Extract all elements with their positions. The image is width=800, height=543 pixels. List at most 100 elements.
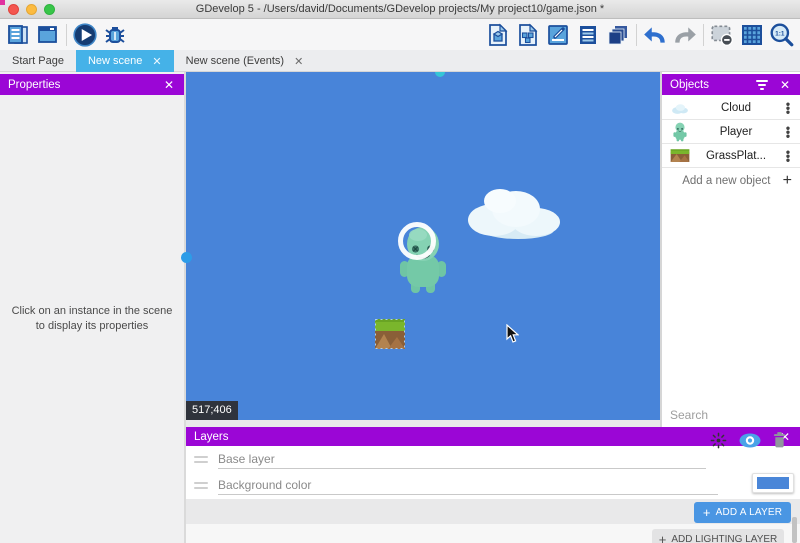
- zoom-one-to-one-icon: 1:1: [769, 22, 795, 48]
- tab-label: New scene (Events): [186, 55, 284, 67]
- zoom-reset-button[interactable]: 1:1: [767, 21, 797, 49]
- plus-icon: +: [659, 532, 667, 543]
- tab-label: New scene: [88, 55, 142, 67]
- object-menu-icon[interactable]: •••: [782, 150, 794, 162]
- properties-panel-title: Properties: [8, 79, 162, 91]
- layers-editor-button[interactable]: [603, 21, 633, 49]
- object-name: Cloud: [690, 102, 782, 114]
- canvas-bottom-gap: [186, 420, 660, 427]
- trash-icon: [773, 432, 786, 448]
- tab-close-icon[interactable]: ✕: [152, 55, 161, 68]
- layers-panel-title: Layers: [194, 431, 778, 443]
- background-color-swatch-button[interactable]: [752, 473, 794, 493]
- vertical-scrollbar[interactable]: [792, 517, 797, 543]
- layer-visibility-button[interactable]: [739, 433, 761, 448]
- add-object-label: Add a new object: [670, 175, 783, 187]
- objects-panel: Objects ✕ Cloud •••: [662, 72, 800, 427]
- svg-text:1:1: 1:1: [775, 30, 785, 37]
- undo-arrow-icon: [642, 22, 668, 48]
- filter-icon[interactable]: [756, 80, 768, 90]
- plus-icon: +: [783, 172, 792, 190]
- toggle-grid-button[interactable]: [737, 21, 767, 49]
- background-color-swatch: [757, 477, 789, 489]
- scene-properties-button[interactable]: [543, 21, 573, 49]
- tab-new-scene-events[interactable]: New scene (Events) ✕: [174, 50, 316, 72]
- gdevelop-window: GDevelop 5 - /Users/david/Documents/GDev…: [0, 0, 800, 543]
- tab-start-page[interactable]: Start Page: [0, 50, 76, 72]
- grass-platform-thumbnail: [670, 146, 690, 166]
- objects-editor-button[interactable]: [483, 21, 513, 49]
- layer-name-input[interactable]: [218, 449, 706, 469]
- properties-empty-hint: Click on an instance in the scene to dis…: [0, 304, 184, 334]
- add-layer-label: ADD A LAYER: [716, 507, 783, 518]
- layers-panel-header: Layers ✕: [186, 427, 800, 446]
- object-row-player[interactable]: Player •••: [662, 120, 800, 144]
- debug-bug-icon: [103, 23, 127, 47]
- tab-new-scene[interactable]: New scene ✕: [76, 50, 174, 72]
- object-groups-editor-button[interactable]: [513, 21, 543, 49]
- drag-handle-icon[interactable]: [194, 479, 208, 492]
- layers-panel: Layers ✕: [186, 427, 800, 543]
- edit-pencil-icon: [546, 23, 570, 47]
- cloud-thumbnail: [670, 98, 690, 118]
- play-preview-button[interactable]: [70, 21, 100, 49]
- add-lighting-layer-label: ADD LIGHTING LAYER: [671, 534, 777, 543]
- instances-list-icon: [576, 23, 600, 47]
- project-manager-button[interactable]: [3, 21, 33, 49]
- object-row-grassplatform[interactable]: GrassPlat... •••: [662, 144, 800, 168]
- cloud-instance[interactable]: [458, 183, 564, 241]
- vertical-scroll-handle[interactable]: [181, 252, 192, 263]
- main-toolbar: 1:1: [0, 19, 800, 50]
- properties-panel: Properties ✕ Click on an instance in the…: [0, 72, 184, 543]
- add-lighting-layer-button[interactable]: + ADD LIGHTING LAYER: [652, 529, 784, 543]
- objects-editor-icon: [486, 23, 510, 47]
- player-thumbnail: [670, 122, 690, 142]
- title-bar: GDevelop 5 - /Users/david/Documents/GDev…: [0, 0, 800, 19]
- mask-icon: [709, 22, 735, 48]
- object-row-cloud[interactable]: Cloud •••: [662, 96, 800, 120]
- cursor-coordinates-badge: 517;406: [186, 401, 238, 420]
- objects-panel-title: Objects: [670, 79, 756, 91]
- object-name: GrassPlat...: [690, 150, 782, 162]
- layer-delete-button[interactable]: [773, 432, 786, 448]
- toolbar-separator: [636, 24, 637, 46]
- object-menu-icon[interactable]: •••: [782, 126, 794, 138]
- horizontal-scroll-handle[interactable]: [435, 72, 445, 77]
- drag-handle-icon[interactable]: [194, 453, 208, 466]
- close-icon[interactable]: ✕: [778, 78, 792, 92]
- debug-button[interactable]: [100, 21, 130, 49]
- object-groups-icon: [516, 23, 540, 47]
- layer-row-base: [186, 446, 800, 472]
- toggle-mask-button[interactable]: [707, 21, 737, 49]
- mouse-cursor-icon: [506, 324, 519, 343]
- project-manager-icon: [6, 23, 30, 47]
- layer-row-background-color: [186, 472, 800, 498]
- effects-sparkle-icon: [710, 432, 727, 449]
- toolbar-separator: [66, 24, 67, 46]
- layer-effects-button[interactable]: [710, 432, 727, 449]
- scene-window-icon: [36, 23, 60, 47]
- scene-canvas[interactable]: 517;406: [186, 72, 660, 420]
- properties-panel-header: Properties ✕: [0, 74, 184, 95]
- scene-window-button[interactable]: [33, 21, 63, 49]
- layers-stack-icon: [606, 23, 630, 47]
- instances-list-button[interactable]: [573, 21, 603, 49]
- plus-icon: +: [703, 505, 711, 520]
- tab-close-icon[interactable]: ✕: [294, 55, 303, 68]
- grid-icon: [740, 23, 764, 47]
- redo-arrow-icon: [672, 22, 698, 48]
- add-new-object-button[interactable]: Add a new object +: [662, 168, 800, 194]
- selection-ring: [398, 222, 436, 260]
- editor-tabbar: Start Page New scene ✕ New scene (Events…: [0, 50, 800, 72]
- grass-platform-instance[interactable]: [375, 319, 405, 349]
- undo-button[interactable]: [640, 21, 670, 49]
- redo-button[interactable]: [670, 21, 700, 49]
- layer-name-input[interactable]: [218, 475, 718, 495]
- tab-label: Start Page: [12, 55, 64, 67]
- eye-icon: [739, 433, 761, 448]
- add-layer-button[interactable]: + ADD A LAYER: [694, 502, 791, 523]
- close-icon[interactable]: ✕: [162, 78, 176, 92]
- window-title: GDevelop 5 - /Users/david/Documents/GDev…: [0, 0, 800, 19]
- object-menu-icon[interactable]: •••: [782, 102, 794, 114]
- objects-search-input[interactable]: [670, 408, 800, 422]
